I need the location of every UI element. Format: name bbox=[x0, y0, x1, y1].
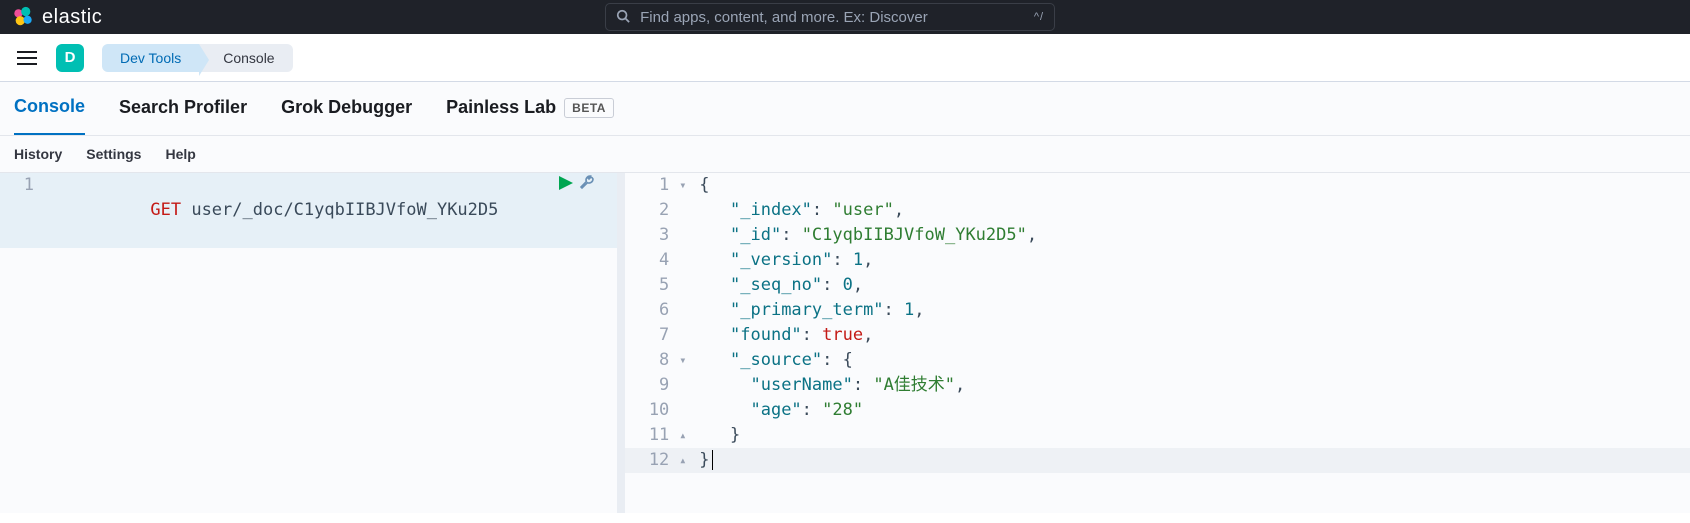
global-search[interactable]: ^/ bbox=[605, 3, 1055, 31]
code-content: "found": true, bbox=[695, 323, 873, 348]
fold-spacer bbox=[679, 198, 695, 223]
brand[interactable]: elastic bbox=[12, 6, 102, 29]
request-method: GET bbox=[150, 200, 181, 220]
line-number: 2 bbox=[625, 198, 679, 223]
editor-split: 1 GET user/_doc/C1yqbIIBJVfoW_YKu2D5 1▾{… bbox=[0, 173, 1690, 513]
fold-spacer bbox=[679, 248, 695, 273]
response-pane[interactable]: 1▾{2 "_index": "user",3 "_id": "C1yqbIIB… bbox=[625, 173, 1690, 513]
search-icon bbox=[616, 9, 630, 26]
response-line[interactable]: 11▴ } bbox=[625, 423, 1690, 448]
code-content: "age": "28" bbox=[695, 398, 863, 423]
request-gutter: 1 bbox=[0, 173, 44, 248]
line-number: 4 bbox=[625, 248, 679, 273]
code-content: "_source": { bbox=[695, 348, 853, 373]
space-badge[interactable]: D bbox=[56, 44, 84, 72]
code-content: { bbox=[695, 173, 709, 198]
response-line[interactable]: 3 "_id": "C1yqbIIBJVfoW_YKu2D5", bbox=[625, 223, 1690, 248]
tab-label: Grok Debugger bbox=[281, 97, 412, 118]
line-number: 3 bbox=[625, 223, 679, 248]
line-number: 5 bbox=[625, 273, 679, 298]
response-line[interactable]: 1▾{ bbox=[625, 173, 1690, 198]
response-line[interactable]: 7 "found": true, bbox=[625, 323, 1690, 348]
sublink-settings[interactable]: Settings bbox=[86, 146, 141, 162]
line-number: 1 bbox=[625, 173, 679, 198]
line-number: 6 bbox=[625, 298, 679, 323]
tab-label: Search Profiler bbox=[119, 97, 247, 118]
response-line[interactable]: 10 "age": "28" bbox=[625, 398, 1690, 423]
response-line[interactable]: 12▴} bbox=[625, 448, 1690, 473]
search-kbd-hint: ^/ bbox=[1034, 11, 1044, 23]
line-number: 11 bbox=[625, 423, 679, 448]
response-line[interactable]: 6 "_primary_term": 1, bbox=[625, 298, 1690, 323]
wrench-icon[interactable] bbox=[579, 175, 595, 195]
fold-spacer bbox=[679, 273, 695, 298]
code-content: "_primary_term": 1, bbox=[695, 298, 924, 323]
code-content: "_seq_no": 0, bbox=[695, 273, 863, 298]
beta-badge: BETA bbox=[564, 98, 614, 118]
breadcrumb-console[interactable]: Console bbox=[199, 44, 292, 72]
response-line[interactable]: 9 "userName": "A佳技术", bbox=[625, 373, 1690, 398]
tabs-bar: Console Search Profiler Grok Debugger Painl… bbox=[0, 82, 1690, 136]
request-path: user/_doc/C1yqbIIBJVfoW_YKu2D5 bbox=[191, 200, 498, 220]
sub-links: History Settings Help bbox=[0, 136, 1690, 173]
brand-text: elastic bbox=[42, 6, 102, 29]
response-line[interactable]: 4 "_version": 1, bbox=[625, 248, 1690, 273]
sublink-help[interactable]: Help bbox=[165, 146, 195, 162]
nav-bar: D Dev Tools Console bbox=[0, 34, 1690, 82]
response-line[interactable]: 8▾ "_source": { bbox=[625, 348, 1690, 373]
code-content: } bbox=[695, 423, 740, 448]
fold-toggle-icon[interactable]: ▾ bbox=[679, 348, 695, 373]
breadcrumb-dev-tools[interactable]: Dev Tools bbox=[102, 44, 199, 72]
breadcrumb: Dev Tools Console bbox=[102, 44, 293, 72]
line-number: 9 bbox=[625, 373, 679, 398]
code-content: "_id": "C1yqbIIBJVfoW_YKu2D5", bbox=[695, 223, 1037, 248]
sublink-history[interactable]: History bbox=[14, 146, 62, 162]
fold-spacer bbox=[679, 398, 695, 423]
fold-spacer bbox=[679, 223, 695, 248]
code-content: "_version": 1, bbox=[695, 248, 873, 273]
play-icon[interactable] bbox=[559, 176, 573, 194]
code-content: "_index": "user", bbox=[695, 198, 904, 223]
line-number: 7 bbox=[625, 323, 679, 348]
fold-toggle-icon[interactable]: ▾ bbox=[679, 173, 695, 198]
code-content: } bbox=[695, 448, 712, 473]
response-line[interactable]: 5 "_seq_no": 0, bbox=[625, 273, 1690, 298]
tab-label: Console bbox=[14, 96, 85, 117]
global-search-input[interactable] bbox=[640, 9, 1024, 26]
tab-label: Painless Lab bbox=[446, 97, 556, 118]
request-line[interactable]: 1 GET user/_doc/C1yqbIIBJVfoW_YKu2D5 bbox=[0, 173, 617, 248]
fold-toggle-icon[interactable]: ▴ bbox=[679, 423, 695, 448]
fold-spacer bbox=[679, 323, 695, 348]
tab-grok-debugger[interactable]: Grok Debugger bbox=[281, 97, 412, 134]
line-number: 10 bbox=[625, 398, 679, 423]
tab-painless-lab[interactable]: Painless Lab BETA bbox=[446, 97, 614, 134]
fold-spacer bbox=[679, 373, 695, 398]
line-number: 8 bbox=[625, 348, 679, 373]
tab-search-profiler[interactable]: Search Profiler bbox=[119, 97, 247, 134]
hamburger-icon[interactable] bbox=[14, 45, 40, 71]
code-content: "userName": "A佳技术", bbox=[695, 373, 965, 398]
fold-toggle-icon[interactable]: ▴ bbox=[679, 448, 695, 473]
app-header: elastic ^/ bbox=[0, 0, 1690, 34]
response-line[interactable]: 2 "_index": "user", bbox=[625, 198, 1690, 223]
line-number: 12 bbox=[625, 448, 679, 473]
fold-spacer bbox=[679, 298, 695, 323]
elastic-logo-icon bbox=[12, 6, 34, 28]
request-pane[interactable]: 1 GET user/_doc/C1yqbIIBJVfoW_YKu2D5 bbox=[0, 173, 625, 513]
tab-console[interactable]: Console bbox=[14, 96, 85, 135]
request-actions bbox=[559, 175, 595, 195]
